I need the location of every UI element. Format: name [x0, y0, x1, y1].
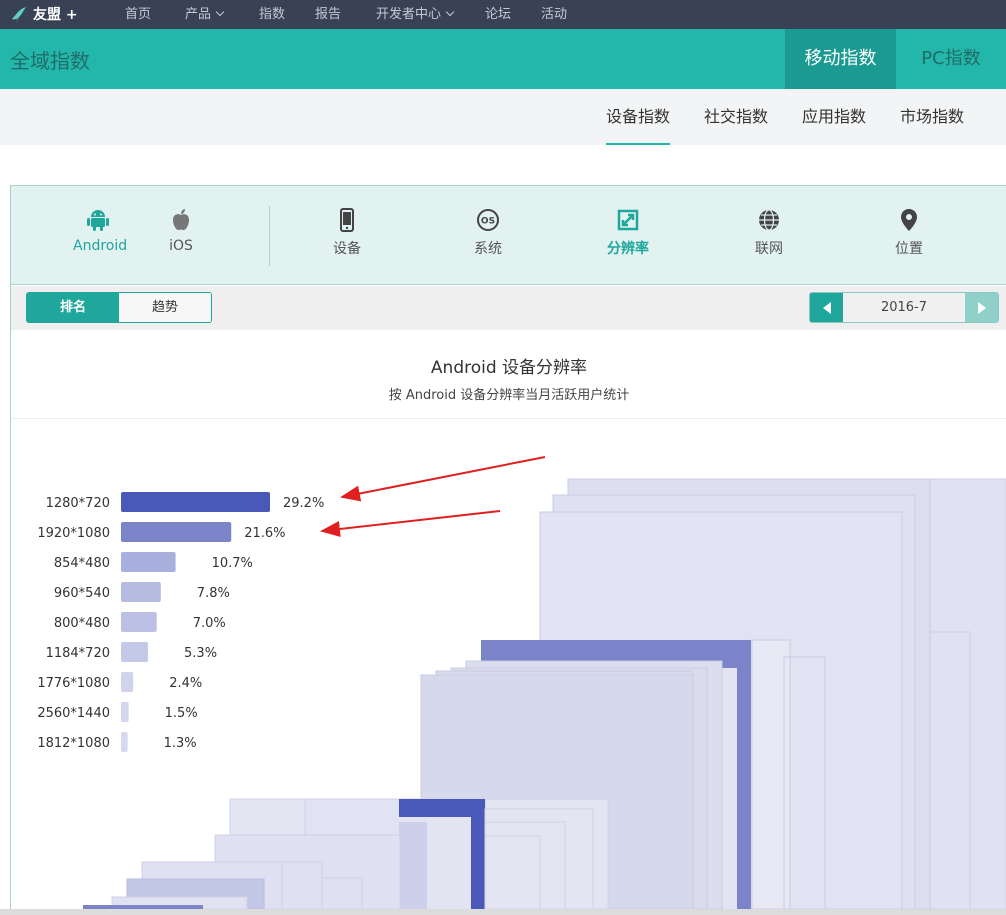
value-label: 2.4%	[169, 676, 202, 691]
category-label: 854*480	[54, 556, 110, 571]
value-label: 5.3%	[184, 646, 217, 661]
value-label: 7.8%	[197, 586, 230, 601]
bar[interactable]	[121, 672, 134, 692]
bar[interactable]	[121, 522, 232, 542]
value-label: 10.7%	[212, 556, 253, 571]
bar[interactable]	[121, 582, 161, 602]
value-label: 1.3%	[164, 736, 197, 751]
value-label: 21.6%	[244, 526, 285, 541]
category-label: 1184*720	[46, 646, 110, 661]
category-label: 2560*1440	[37, 706, 110, 721]
bar[interactable]	[121, 612, 157, 632]
bar[interactable]	[121, 492, 270, 512]
bar[interactable]	[121, 552, 176, 572]
category-label: 800*480	[54, 616, 110, 631]
bottom-scroll-strip	[0, 909, 1006, 915]
category-label: 1776*1080	[37, 676, 110, 691]
bar[interactable]	[121, 642, 149, 662]
value-label: 1.5%	[165, 706, 198, 721]
category-label: 1920*1080	[37, 526, 110, 541]
value-label: 7.0%	[193, 616, 226, 631]
annotation-arrow	[340, 456, 546, 502]
annotation-arrows	[320, 456, 546, 537]
screen-size-illustration	[83, 478, 1006, 910]
bar[interactable]	[121, 732, 128, 752]
annotation-arrow	[320, 510, 501, 537]
category-label: 1812*1080	[37, 736, 110, 751]
resolution-bar-chart: 1280*720 29.2% 1920*1080 21.6% 854*480 10.7% 9…	[37, 456, 1006, 910]
bar[interactable]	[121, 702, 129, 722]
value-label: 29.2%	[283, 496, 324, 511]
category-label: 960*540	[54, 586, 110, 601]
category-label: 1280*720	[46, 496, 110, 511]
